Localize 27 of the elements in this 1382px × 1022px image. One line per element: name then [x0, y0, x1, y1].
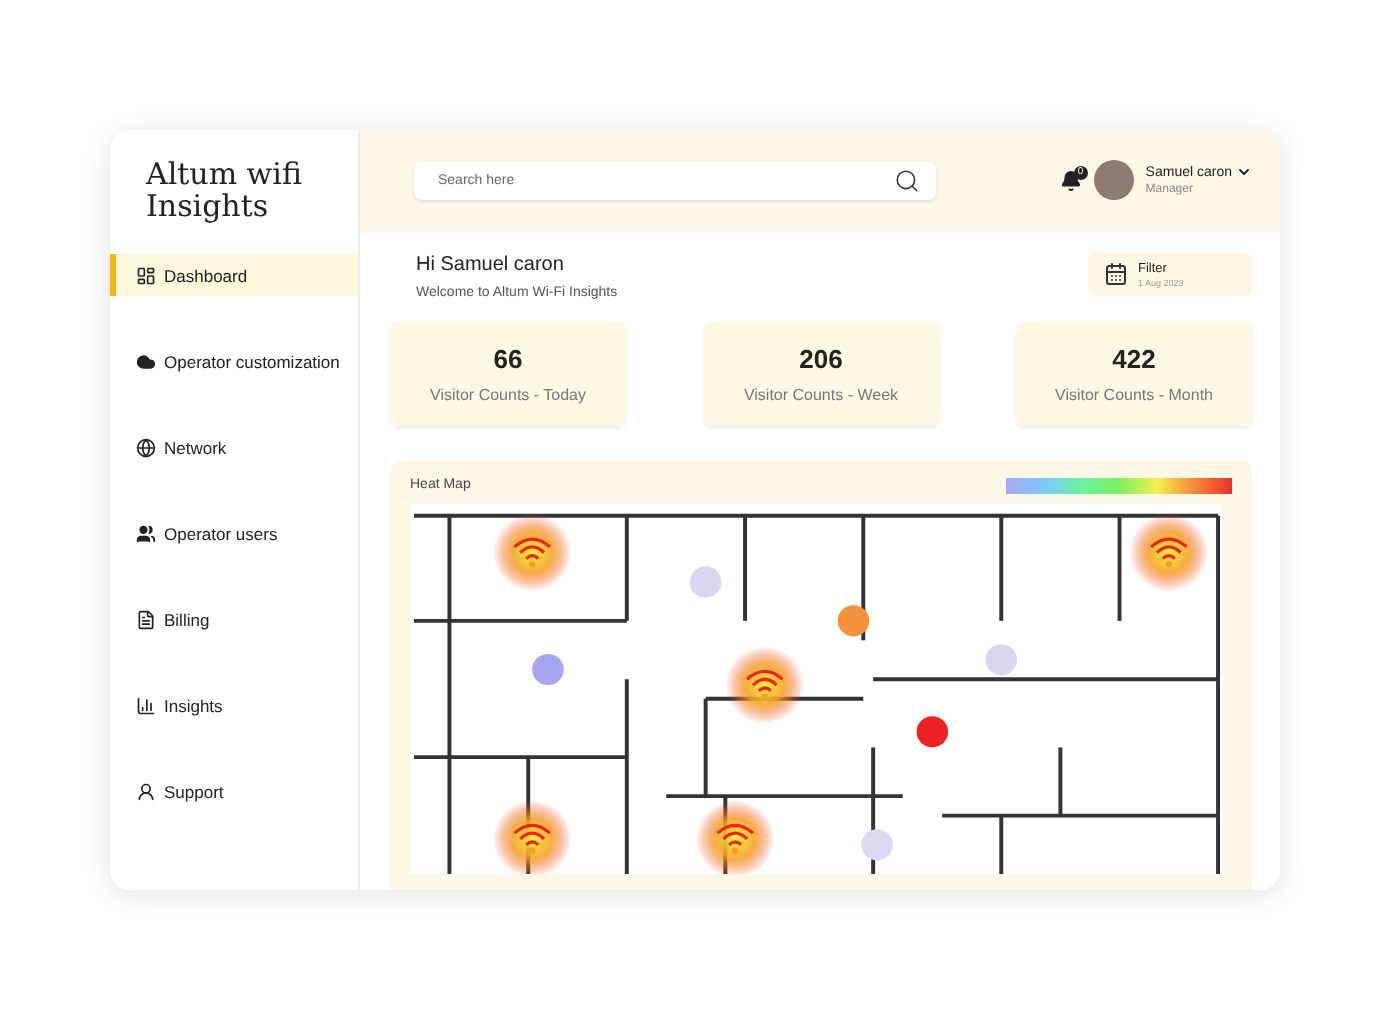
sidebar-item[interactable]: Insights: [110, 684, 358, 726]
sidebar-item[interactable]: Operator users: [110, 512, 358, 554]
greeting-title: Hi Samuel caron: [416, 254, 566, 276]
stat-value: 422: [1112, 344, 1156, 374]
stat-label: Visitor Counts - Month: [1055, 386, 1213, 404]
document-icon: [136, 609, 156, 629]
stat-label: Visitor Counts - Week: [743, 386, 899, 404]
stat-label: Visitor Counts - Today: [430, 386, 586, 404]
stat-value: 206: [799, 344, 843, 374]
chevron-down-icon[interactable]: [1236, 164, 1252, 180]
users-icon: [136, 523, 156, 543]
globe-icon: [136, 437, 156, 457]
cloud-icon: [136, 351, 156, 371]
sidebar-item[interactable]: Network: [110, 426, 358, 468]
search-icon[interactable]: [894, 167, 920, 193]
sidebar-item[interactable]: Support: [110, 770, 358, 812]
sidebar-item[interactable]: Dashboard: [110, 254, 358, 296]
stat-value: 66: [493, 344, 523, 374]
dashboard-icon: [136, 265, 156, 285]
calendar-icon: [1104, 262, 1128, 286]
app-logo: Altum wifi Insights: [143, 154, 304, 228]
bar-chart-icon: [136, 695, 156, 715]
sidebar-item[interactable]: Billing: [110, 598, 358, 640]
person-icon: [136, 781, 156, 801]
sidebar-item[interactable]: Operator customization: [110, 340, 358, 382]
avatar[interactable]: [1093, 160, 1134, 200]
notification-bell-icon[interactable]: [1059, 169, 1082, 191]
